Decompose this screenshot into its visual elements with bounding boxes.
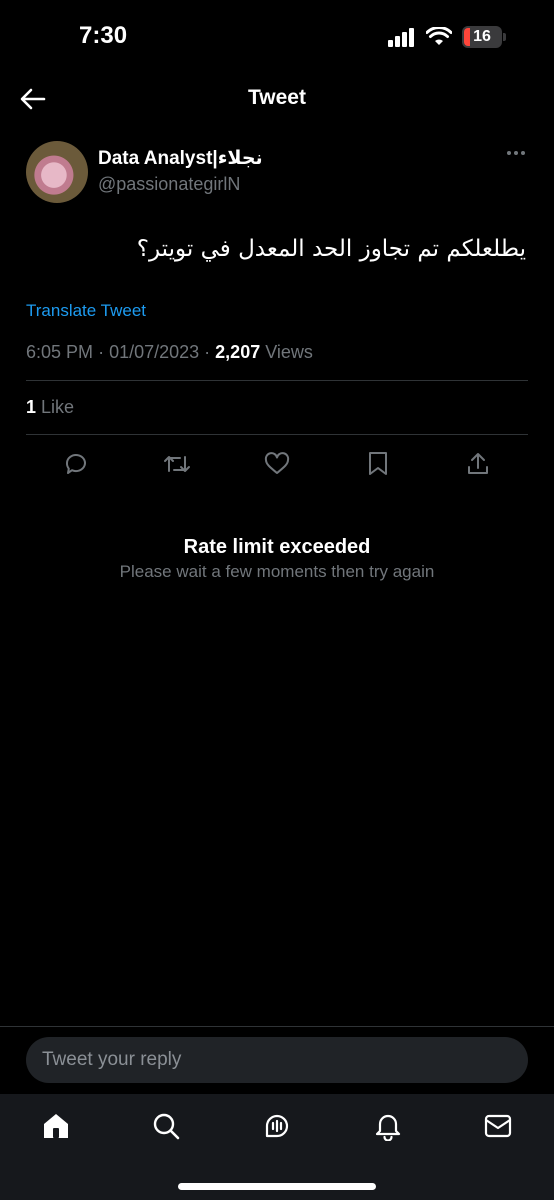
likes-count: 1 (26, 397, 37, 417)
tab-spaces[interactable] (252, 1108, 302, 1144)
tweet-actions (26, 446, 528, 482)
tab-search[interactable] (141, 1108, 191, 1144)
tweet-time: 6:05 PM (26, 342, 94, 362)
battery-level: 16 (462, 26, 502, 48)
battery-icon: 16 (462, 26, 506, 48)
battery-text: 16 (473, 28, 491, 45)
divider (26, 380, 528, 381)
notifications-icon (374, 1111, 402, 1141)
retweet-icon (163, 451, 191, 477)
avatar[interactable] (26, 141, 88, 203)
retweet-button[interactable] (151, 446, 203, 482)
likes-label: Like (41, 397, 75, 417)
author-name[interactable]: Data Analyst|نجلاء (98, 147, 263, 170)
author-handle[interactable]: @passionategirlN (98, 174, 240, 195)
divider (26, 434, 528, 435)
tab-home[interactable] (31, 1108, 81, 1144)
tab-notifications[interactable] (363, 1108, 413, 1144)
more-icon (506, 150, 526, 156)
like-button[interactable] (251, 446, 303, 482)
views-count: 2,207 (215, 342, 261, 362)
wifi-icon (426, 27, 452, 47)
page-title: Tweet (248, 86, 306, 109)
error-title: Rate limit exceeded (183, 536, 371, 558)
status-bar: 7:30 16 (0, 0, 554, 76)
share-button[interactable] (452, 446, 504, 482)
messages-icon (483, 1113, 513, 1139)
more-options-button[interactable] (506, 150, 526, 156)
tweet-date: 01/07/2023 (109, 342, 200, 362)
bookmark-icon (367, 451, 389, 477)
status-time: 7:30 (79, 22, 128, 49)
tweet-text: يطلعلكم تم تجاوز الحد المعدل في تويتر؟ (136, 236, 526, 262)
views-label: Views (265, 342, 313, 362)
tweet-meta: 6:05 PM · 01/07/2023 · 2,207 Views (26, 342, 313, 362)
tab-messages[interactable] (473, 1108, 523, 1144)
reply-input[interactable] (26, 1037, 528, 1083)
home-indicator[interactable] (178, 1183, 376, 1190)
likes-summary[interactable]: 1 Like (26, 397, 74, 418)
reply-button[interactable] (50, 446, 102, 482)
signal-icon (388, 27, 416, 47)
search-icon (152, 1112, 180, 1140)
translate-tweet-link[interactable]: Translate Tweet (26, 301, 146, 321)
status-icons: 16 (388, 26, 506, 48)
spaces-icon (262, 1111, 292, 1141)
home-icon (41, 1112, 71, 1140)
reply-icon (63, 451, 89, 477)
like-icon (264, 452, 290, 476)
bookmark-button[interactable] (352, 446, 404, 482)
nav-bar: Tweet (0, 76, 554, 124)
error-subtitle: Please wait a few moments then try again (119, 562, 435, 581)
share-icon (466, 451, 490, 477)
